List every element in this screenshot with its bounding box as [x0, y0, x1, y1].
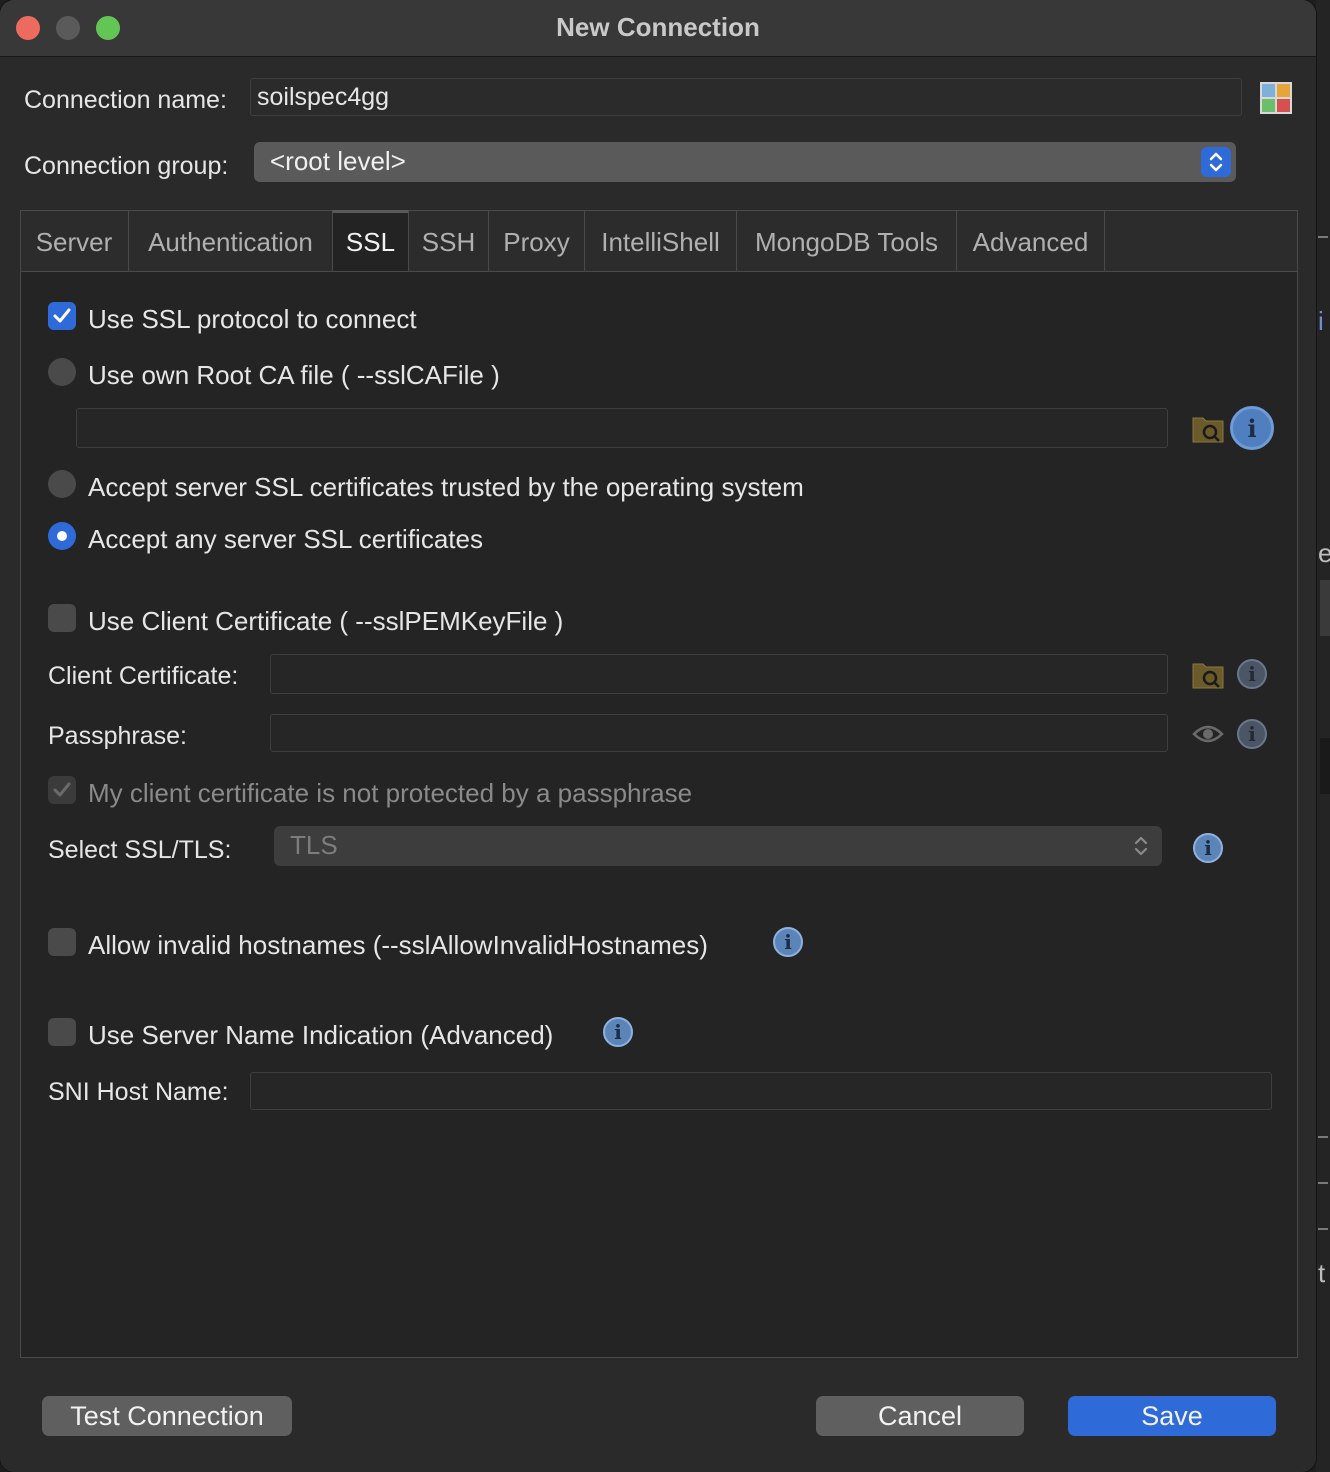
- passphrase-label: Passphrase:: [48, 722, 187, 750]
- tab-ssl[interactable]: SSL: [332, 210, 409, 272]
- use-ssl-checkbox[interactable]: [48, 302, 76, 330]
- accept-os-certs-radio[interactable]: [48, 470, 76, 498]
- background-scroll-block: [1320, 738, 1330, 794]
- background-divider: [1318, 1136, 1328, 1138]
- chevron-updown-icon: [1132, 833, 1150, 859]
- background-text-fragment: i: [1318, 306, 1324, 336]
- sni-host-name-label: SNI Host Name:: [48, 1078, 229, 1106]
- window-title: New Connection: [556, 12, 760, 42]
- tab-ssh[interactable]: SSH: [409, 210, 489, 271]
- use-sni-label: Use Server Name Indication (Advanced): [88, 1020, 554, 1050]
- tab-intellishell[interactable]: IntelliShell: [585, 210, 737, 271]
- accept-any-certs-radio[interactable]: [48, 522, 76, 550]
- use-client-cert-checkbox[interactable]: [48, 604, 76, 632]
- tab-advanced[interactable]: Advanced: [957, 210, 1105, 271]
- select-tls-info-icon[interactable]: i: [1193, 833, 1223, 863]
- folder-search-icon[interactable]: [1192, 659, 1224, 689]
- use-sni-info-icon[interactable]: i: [603, 1017, 633, 1047]
- connection-group-select[interactable]: <root level>: [254, 142, 1236, 182]
- client-certificate-info-icon[interactable]: i: [1237, 659, 1267, 689]
- tab-authentication[interactable]: Authentication: [129, 210, 333, 271]
- accept-os-certs-label: Accept server SSL certificates trusted b…: [88, 472, 804, 502]
- background-text-fragment: e: [1318, 538, 1330, 568]
- root-ca-info-icon[interactable]: i: [1230, 406, 1274, 450]
- root-ca-radio[interactable]: [48, 358, 76, 386]
- background-divider: [1318, 1228, 1328, 1230]
- connection-group-label: Connection group:: [24, 152, 229, 180]
- background-text-fragment: t: [1318, 1258, 1326, 1288]
- no-passphrase-checkbox[interactable]: [48, 776, 76, 804]
- use-client-cert-label: Use Client Certificate ( --sslPEMKeyFile…: [88, 606, 564, 636]
- use-ssl-label: Use SSL protocol to connect: [88, 304, 417, 334]
- allow-invalid-hostnames-info-icon[interactable]: i: [773, 927, 803, 957]
- select-tls-label: Select SSL/TLS:: [48, 836, 232, 864]
- client-certificate-label: Client Certificate:: [48, 662, 239, 690]
- tab-server[interactable]: Server: [20, 210, 129, 271]
- passphrase-info-icon[interactable]: i: [1237, 719, 1267, 749]
- root-ca-label: Use own Root CA file ( --sslCAFile ): [88, 360, 500, 390]
- checkmark-icon: [53, 782, 71, 797]
- allow-invalid-hostnames-checkbox[interactable]: [48, 928, 76, 956]
- accept-any-certs-label: Accept any server SSL certificates: [88, 524, 483, 554]
- root-ca-path-input[interactable]: [76, 408, 1168, 448]
- new-connection-dialog: New Connection Connection name: soilspec…: [0, 0, 1316, 1472]
- background-window: [1316, 0, 1330, 1472]
- eye-icon[interactable]: [1192, 722, 1224, 746]
- client-certificate-input[interactable]: [270, 654, 1168, 694]
- folder-search-icon[interactable]: [1192, 413, 1224, 443]
- connection-name-label: Connection name:: [24, 86, 227, 114]
- save-button[interactable]: Save: [1068, 1396, 1276, 1436]
- background-divider: [1318, 236, 1328, 238]
- checkmark-icon: [53, 308, 71, 323]
- background-scroll-block: [1320, 580, 1330, 636]
- allow-invalid-hostnames-label: Allow invalid hostnames (--sslAllowInval…: [88, 930, 708, 960]
- select-tls-value: TLS: [290, 830, 338, 860]
- connection-group-value: <root level>: [270, 146, 406, 176]
- tab-proxy[interactable]: Proxy: [489, 210, 585, 271]
- select-tls-dropdown[interactable]: TLS: [274, 826, 1162, 866]
- no-passphrase-label: My client certificate is not protected b…: [88, 778, 693, 808]
- color-picker-icon[interactable]: [1260, 82, 1292, 114]
- test-connection-button[interactable]: Test Connection: [42, 1396, 292, 1436]
- background-divider: [1318, 1182, 1328, 1184]
- use-sni-checkbox[interactable]: [48, 1018, 76, 1046]
- connection-name-input[interactable]: soilspec4gg: [250, 78, 1242, 116]
- tab-mongodb-tools[interactable]: MongoDB Tools: [737, 210, 957, 271]
- cancel-button[interactable]: Cancel: [816, 1396, 1024, 1436]
- chevron-updown-icon[interactable]: [1201, 147, 1231, 177]
- passphrase-input[interactable]: [270, 714, 1168, 752]
- sni-host-name-input[interactable]: [250, 1072, 1272, 1110]
